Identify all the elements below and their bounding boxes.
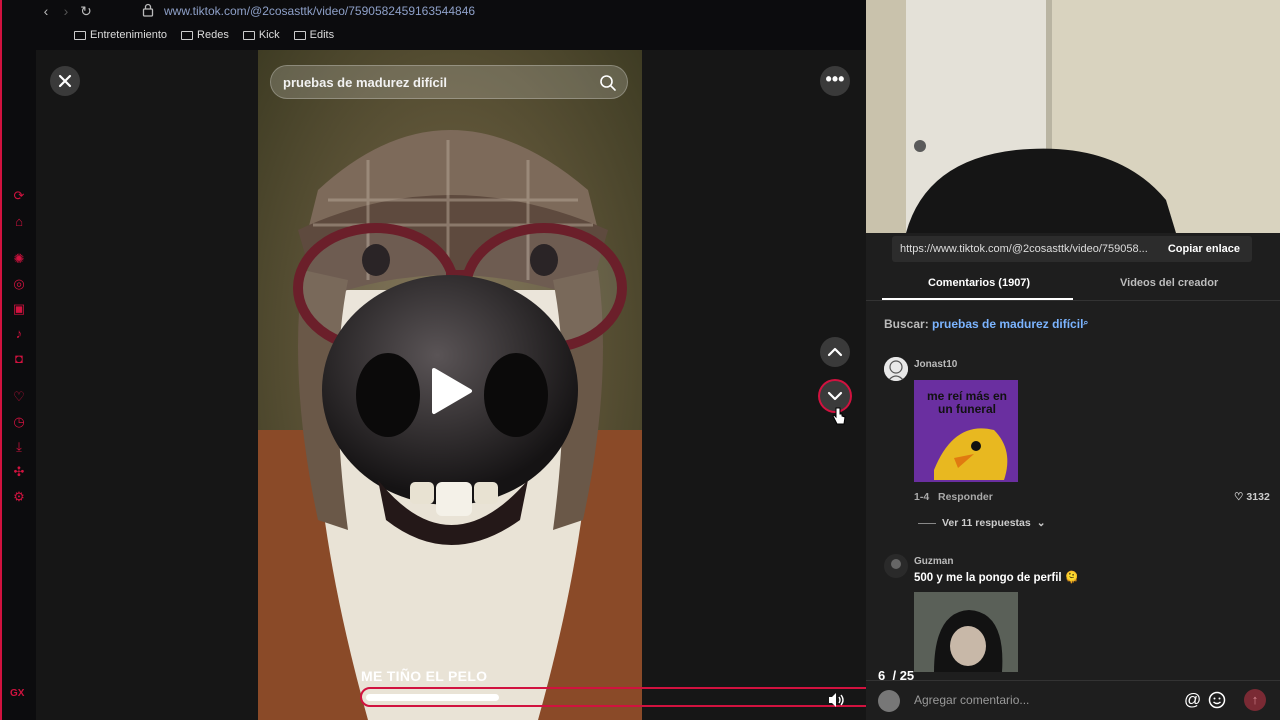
bookmark-label: Entretenimiento <box>90 29 168 41</box>
refresh-icon[interactable]: ⟳ <box>11 188 27 204</box>
url-path: /@2cosasttk/video/7590582459163544846 <box>246 4 476 18</box>
download-icon[interactable]: ⤓ <box>11 439 27 455</box>
send-button[interactable]: ↑ <box>1244 689 1266 711</box>
lock-icon <box>142 3 154 17</box>
search-small-icon: ⌕ <box>1083 317 1089 327</box>
video-stage: pruebas de madurez difícil ME TIÑO EL PE… <box>36 50 924 720</box>
comment-date: 1-4 <box>914 491 930 503</box>
chevron-up-icon <box>827 347 843 357</box>
like-count: 3132 <box>1246 491 1270 503</box>
replies-divider <box>918 522 936 524</box>
copy-link-button[interactable]: Copiar enlace <box>1168 243 1240 255</box>
emoji-icon[interactable] <box>1208 691 1226 709</box>
sticker-text: me reí más en un funeral <box>926 389 1008 416</box>
folder-icon <box>181 30 194 40</box>
address-bar[interactable]: www.tiktok.com/@2cosasttk/video/75905824… <box>164 4 475 18</box>
video-search-bar[interactable]: pruebas de madurez difícil <box>270 65 628 99</box>
comments-panel: https://www.tiktok.com/@2cosasttk/video/… <box>866 233 1280 720</box>
bookmark-label: Edits <box>309 29 335 41</box>
bookmark-edits[interactable]: Edits <box>293 29 335 41</box>
view-replies-button[interactable]: Ver 11 respuestas ⌄ <box>918 517 1046 529</box>
avatar[interactable] <box>884 554 908 578</box>
search-query-link[interactable]: pruebas de madurez difícil <box>932 317 1083 331</box>
tab-creator-videos[interactable]: Videos del creador <box>1120 277 1218 289</box>
search-suggestion[interactable]: Buscar: pruebas de madurez difícil⌕ <box>884 317 1088 331</box>
openai-icon[interactable]: ✺ <box>11 251 27 267</box>
share-link-box: https://www.tiktok.com/@2cosasttk/video/… <box>892 236 1252 262</box>
settings-icon[interactable]: ⚙ <box>11 489 27 505</box>
folder-icon <box>242 30 255 40</box>
folder-icon <box>74 30 86 40</box>
video-search-text: pruebas de madurez difícil <box>283 75 447 90</box>
bookmark-redes[interactable]: Redes <box>181 29 229 41</box>
comment-photo <box>914 592 1018 672</box>
extensions-icon[interactable]: ✣ <box>11 464 27 480</box>
clock-icon[interactable]: ◷ <box>11 414 27 430</box>
robot-icon[interactable]: ⌂ <box>11 214 27 230</box>
browser-toolbar: ‹ › ↻ www.tiktok.com/@2cosasttk/video/75… <box>36 0 866 50</box>
comment-text: 500 y me la pongo de perfil 🫠 <box>914 572 1080 584</box>
browser-sidebar: ⟳ ⌂ ✺ ◎ ▣ ♪ ◘ ♡ ◷ ⤓ ✣ ⚙ GX <box>0 0 36 720</box>
bookmark-kick[interactable]: Kick <box>242 29 280 41</box>
like-button[interactable]: ♡ 3132 <box>1234 491 1270 503</box>
video-player[interactable]: pruebas de madurez difícil <box>258 50 642 720</box>
video-caption: ME TIÑO EL PELO <box>361 668 488 684</box>
bookmark-label: Kick <box>258 29 280 41</box>
volume-icon[interactable] <box>826 690 846 710</box>
webcam-overlay <box>866 0 1280 233</box>
play-icon[interactable] <box>430 366 474 416</box>
comment-username[interactable]: Guzman <box>914 556 953 567</box>
comment-image[interactable] <box>914 592 1018 672</box>
comment-input[interactable]: Agregar comentario... <box>914 693 1029 707</box>
more-options-button[interactable]: ••• <box>820 66 850 96</box>
comment-username[interactable]: Jonast10 <box>914 359 957 370</box>
heart-outline-icon: ♡ <box>1234 491 1244 503</box>
heart-icon[interactable]: ♡ <box>11 389 27 405</box>
search-label: Buscar: <box>884 317 929 331</box>
gx-logo: GX <box>10 688 25 699</box>
search-icon[interactable] <box>599 74 617 92</box>
instagram-icon[interactable]: ▣ <box>11 301 27 317</box>
user-avatar <box>878 690 900 712</box>
previous-video-button[interactable] <box>820 337 850 367</box>
back-icon[interactable]: ‹ <box>38 3 54 19</box>
url-domain: www.tiktok.com <box>164 4 247 18</box>
comment-item: Jonast10 me reí más en un funeral 1-4 Re… <box>884 357 1270 537</box>
comment-item: Guzman 500 y me la pongo de perfil 🫠 <box>884 554 1264 674</box>
reload-icon[interactable]: ↻ <box>78 3 94 19</box>
folder-icon <box>293 30 306 40</box>
active-tab-indicator <box>882 298 1073 300</box>
avatar-image <box>884 357 908 381</box>
bookmarks-bar: Entretenimiento Redes Kick Edits <box>74 29 334 41</box>
tiktok-icon[interactable]: ♪ <box>11 326 27 342</box>
close-icon <box>58 74 72 88</box>
replies-label: Ver 11 respuestas <box>942 517 1031 529</box>
avatar-image <box>884 554 908 578</box>
progress-fill <box>366 694 499 701</box>
discord-icon[interactable]: ◘ <box>11 351 27 367</box>
share-link[interactable]: https://www.tiktok.com/@2cosasttk/video/… <box>900 243 1158 255</box>
bookmark-label: Redes <box>197 29 229 41</box>
comment-composer: Agregar comentario... @ ↑ <box>866 680 1280 720</box>
whatsapp-icon[interactable]: ◎ <box>11 276 27 292</box>
close-button[interactable] <box>50 66 80 96</box>
tab-comments[interactable]: Comentarios (1907) <box>928 277 1030 289</box>
forward-icon[interactable]: › <box>58 3 74 19</box>
reply-button[interactable]: Responder <box>938 491 993 503</box>
bookmark-entretenimiento[interactable]: Entretenimiento <box>74 29 167 41</box>
webcam-image <box>866 0 1280 233</box>
panel-tabs: Comentarios (1907) Videos del creador <box>866 273 1280 301</box>
screen: ⟳ ⌂ ✺ ◎ ▣ ♪ ◘ ♡ ◷ ⤓ ✣ ⚙ GX ‹ › ↻ www.tik… <box>0 0 1280 720</box>
hand-cursor-icon <box>832 407 846 425</box>
avatar[interactable] <box>884 357 908 381</box>
chevron-down-icon: ⌄ <box>1036 517 1046 529</box>
comment-sticker[interactable]: me reí más en un funeral <box>914 380 1018 482</box>
mention-icon[interactable]: @ <box>1184 690 1201 710</box>
